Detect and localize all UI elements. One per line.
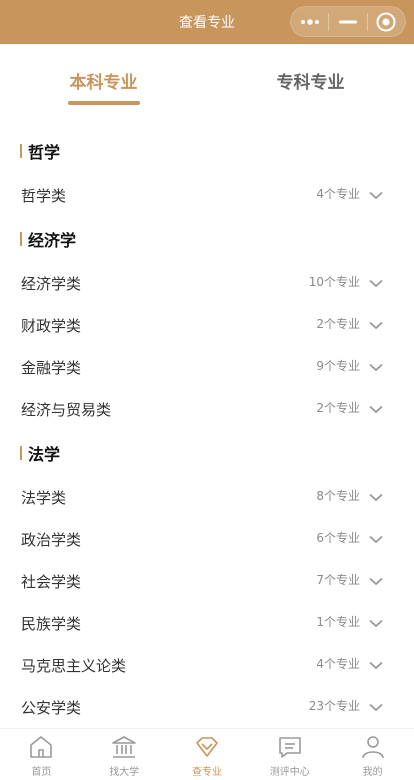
chevron-down-icon: [368, 702, 384, 712]
major-level-tabs: 本科专业 专科专业: [0, 44, 414, 108]
list-item[interactable]: 经济与贸易类 2个专业: [0, 388, 414, 430]
list-item[interactable]: 金融学类 9个专业: [0, 346, 414, 388]
more-button[interactable]: [291, 7, 328, 36]
category-name: 公安学类: [21, 698, 82, 717]
major-count: 7个专业: [316, 572, 360, 587]
major-count: 4个专业: [316, 656, 360, 671]
chevron-down-icon: [368, 362, 384, 372]
tabbar-label: 我的: [362, 767, 383, 778]
major-count: 4个专业: [316, 186, 360, 201]
chevron-down-icon: [368, 404, 384, 414]
section-title: 经济学: [28, 231, 77, 250]
tabbar-item-find-major[interactable]: 查专业: [166, 729, 249, 780]
tab-label: 专科专业: [276, 73, 345, 93]
category-name: 财政学类: [21, 316, 82, 335]
section-header: 法学: [0, 430, 414, 476]
minus-icon: [338, 20, 357, 23]
tabbar-label: 首页: [31, 767, 52, 778]
category-name: 金融学类: [21, 358, 82, 377]
category-name: 马克思主义论类: [21, 656, 127, 675]
nav-bar: 查看专业: [0, 0, 414, 44]
chevron-down-icon: [368, 278, 384, 288]
more-dots-icon: [300, 18, 319, 25]
category-name: 法学类: [21, 488, 67, 507]
category-name: 经济学类: [21, 274, 82, 293]
tabbar-item-home[interactable]: 首页: [0, 729, 83, 780]
section-accent-bar: [20, 446, 22, 460]
close-button[interactable]: [368, 7, 405, 36]
tab-junior-college[interactable]: 专科专业: [207, 44, 414, 108]
bottom-tab-bar: 首页 找大学 查专业 测评中心 我的: [0, 728, 414, 780]
list-item[interactable]: 社会学类 7个专业: [0, 560, 414, 602]
app-root: 查看专业 本科专业 专科专业 哲学 哲学类 4个专业 经济学 经济学类 10个专…: [0, 0, 414, 780]
list-item[interactable]: 财政学类 2个专业: [0, 304, 414, 346]
major-count: 2个专业: [316, 316, 360, 331]
category-name: 民族学类: [21, 614, 82, 633]
major-count: 9个专业: [316, 358, 360, 373]
major-count: 23个专业: [308, 698, 360, 713]
list-item[interactable]: 经济学类 10个专业: [0, 262, 414, 304]
major-count: 10个专业: [308, 274, 360, 289]
target-close-icon: [376, 12, 396, 31]
section-header: 经济学: [0, 216, 414, 262]
minimize-button[interactable]: [329, 7, 366, 36]
list-item[interactable]: 哲学类 4个专业: [0, 174, 414, 216]
major-count: 8个专业: [316, 488, 360, 503]
category-name: 哲学类: [21, 186, 67, 205]
major-category-list[interactable]: 哲学 哲学类 4个专业 经济学 经济学类 10个专业 财政学类 2个专业 金融学…: [0, 128, 414, 728]
tab-label: 本科专业: [69, 73, 138, 93]
list-item[interactable]: 公安学类 23个专业: [0, 686, 414, 728]
list-item[interactable]: 政治学类 6个专业: [0, 518, 414, 560]
major-count: 6个专业: [316, 530, 360, 545]
tabbar-item-assessment[interactable]: 测评中心: [248, 729, 331, 780]
message-icon: [278, 737, 301, 758]
chevron-down-icon: [368, 492, 384, 502]
tabbar-label: 找大学: [109, 767, 140, 778]
list-item[interactable]: 法学类 8个专业: [0, 476, 414, 518]
mini-program-capsule: [290, 6, 406, 37]
category-name: 社会学类: [21, 572, 82, 591]
section-accent-bar: [20, 144, 22, 158]
chevron-down-icon: [368, 534, 384, 544]
chevron-down-icon: [368, 190, 384, 200]
diamond-icon: [196, 737, 218, 757]
section-title: 哲学: [28, 143, 61, 162]
chevron-down-icon: [368, 576, 384, 586]
user-icon: [361, 736, 384, 759]
list-item[interactable]: 民族学类 1个专业: [0, 602, 414, 644]
list-item[interactable]: 马克思主义论类 4个专业: [0, 644, 414, 686]
category-name: 政治学类: [21, 530, 82, 549]
tab-indicator: [275, 101, 347, 105]
page-title: 查看专业: [179, 15, 235, 31]
tab-undergraduate[interactable]: 本科专业: [0, 44, 207, 108]
chevron-down-icon: [368, 618, 384, 628]
category-name: 经济与贸易类: [21, 400, 112, 419]
section-accent-bar: [20, 232, 22, 246]
major-count: 2个专业: [316, 400, 360, 415]
tabbar-label: 测评中心: [269, 767, 310, 778]
chevron-down-icon: [368, 660, 384, 670]
home-icon: [30, 736, 53, 758]
section-header: 哲学: [0, 128, 414, 174]
tabbar-item-find-university[interactable]: 找大学: [83, 729, 166, 780]
major-count: 1个专业: [316, 614, 360, 629]
section-title: 法学: [28, 445, 61, 464]
university-icon: [112, 736, 136, 758]
active-tab-indicator: [67, 101, 140, 105]
tabbar-label: 查专业: [191, 767, 222, 778]
tabbar-item-mine[interactable]: 我的: [331, 729, 414, 780]
chevron-down-icon: [368, 320, 384, 330]
